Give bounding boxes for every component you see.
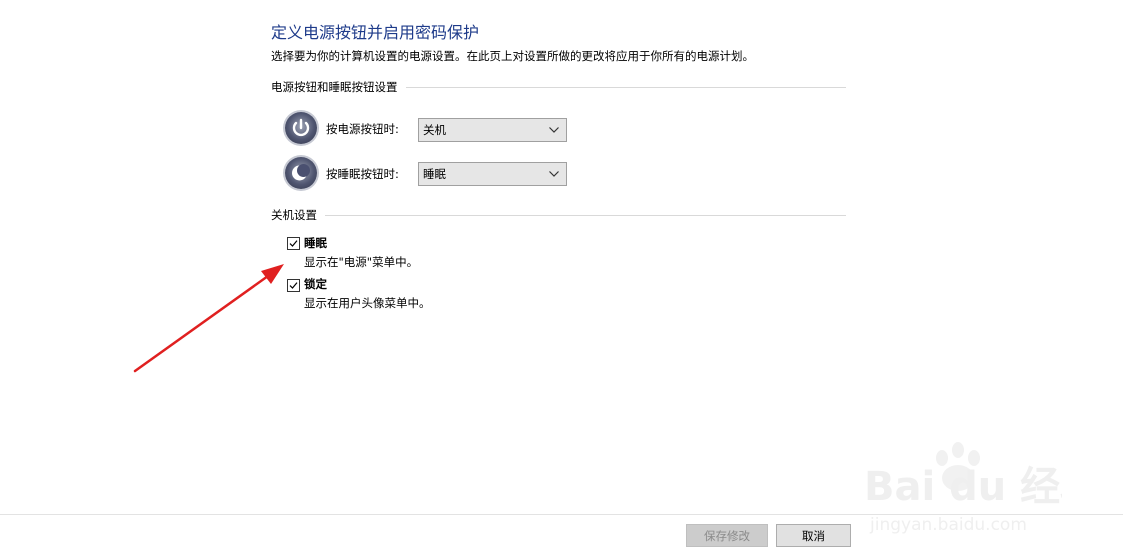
page-description: 选择要为你的计算机设置的电源设置。在此页上对设置所做的更改将应用于你所有的电源计… [271, 49, 754, 63]
power-icon [285, 112, 317, 144]
save-changes-button[interactable]: 保存修改 [686, 524, 768, 547]
sleep-button-action-value: 睡眠 [423, 167, 446, 181]
footer-divider [0, 514, 1123, 515]
paw-icon [936, 442, 980, 491]
watermark-url: jingyan.baidu.com [869, 515, 1027, 535]
lock-option-description: 显示在用户头像菜单中。 [304, 296, 431, 310]
chevron-down-icon [542, 127, 566, 133]
sleep-option-description: 显示在"电源"菜单中。 [304, 255, 419, 269]
cancel-button[interactable]: 取消 [776, 524, 851, 547]
shutdown-settings-section-title: 关机设置 [271, 208, 317, 222]
chevron-down-icon [542, 171, 566, 177]
checkmark-icon [289, 240, 298, 247]
power-buttons-section-header: 电源按钮和睡眠按钮设置 [271, 79, 846, 95]
section-divider [325, 214, 846, 216]
section-divider [405, 86, 846, 88]
power-button-action-value: 关机 [423, 123, 446, 137]
page-title: 定义电源按钮并启用密码保护 [271, 23, 480, 42]
lock-checkbox[interactable] [287, 279, 300, 292]
shutdown-settings-section-header: 关机设置 [271, 207, 846, 223]
lock-checkbox-label[interactable]: 锁定 [304, 276, 327, 292]
baidu-jingyan-watermark: Bai du 经验 jingyan.baidu.com [864, 442, 1062, 535]
watermark-brand: Bai du 经验 [864, 464, 1062, 510]
sleep-button-label: 按睡眠按钮时: [326, 167, 399, 181]
power-buttons-section-title: 电源按钮和睡眠按钮设置 [271, 80, 398, 94]
sleep-button-action-select[interactable]: 睡眠 [418, 162, 567, 186]
sleep-moon-icon [285, 157, 317, 189]
checkmark-icon [289, 282, 298, 289]
sleep-checkbox-label[interactable]: 睡眠 [304, 235, 327, 251]
sleep-checkbox[interactable] [287, 237, 300, 250]
power-button-label: 按电源按钮时: [326, 122, 399, 136]
power-button-action-select[interactable]: 关机 [418, 118, 567, 142]
